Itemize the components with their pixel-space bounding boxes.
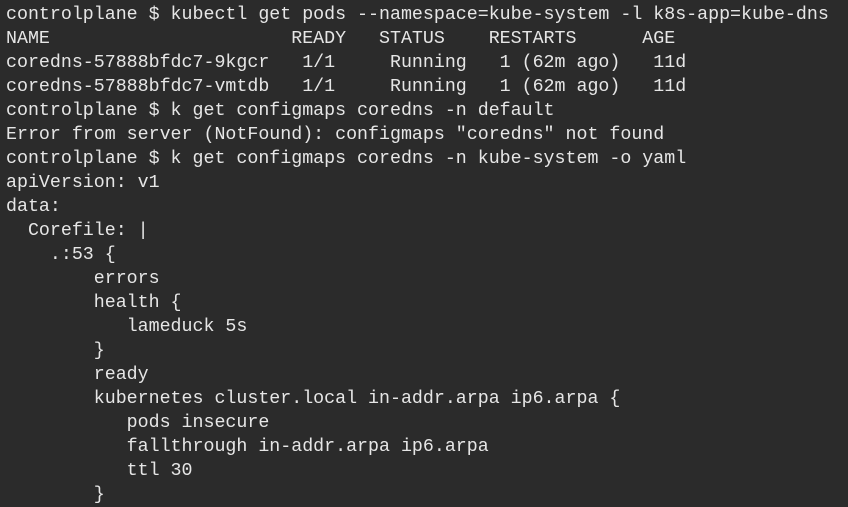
terminal-command-line: controlplane $ kubectl get pods --namesp…	[6, 5, 829, 25]
yaml-line: health {	[6, 293, 182, 313]
terminal-command-line: controlplane $ k get configmaps coredns …	[6, 101, 555, 121]
yaml-line: Corefile: |	[6, 221, 149, 241]
yaml-line: }	[6, 341, 105, 361]
table-row: coredns-57888bfdc7-9kgcr 1/1 Running 1 (…	[6, 53, 687, 73]
yaml-line: .:53 {	[6, 245, 116, 265]
yaml-line: ready	[6, 365, 149, 385]
yaml-line: data:	[6, 197, 61, 217]
yaml-line: fallthrough in-addr.arpa ip6.arpa	[6, 437, 489, 457]
yaml-line: apiVersion: v1	[6, 173, 160, 193]
yaml-line: errors	[6, 269, 160, 289]
terminal-window[interactable]: controlplane $ kubectl get pods --namesp…	[0, 0, 848, 507]
terminal-command-line: controlplane $ k get configmaps coredns …	[6, 149, 687, 169]
yaml-line: pods insecure	[6, 413, 270, 433]
table-row: coredns-57888bfdc7-vmtdb 1/1 Running 1 (…	[6, 77, 687, 97]
yaml-line: lameduck 5s	[6, 317, 248, 337]
yaml-line: kubernetes cluster.local in-addr.arpa ip…	[6, 389, 621, 409]
error-message: Error from server (NotFound): configmaps…	[6, 125, 665, 145]
table-header: NAME READY STATUS RESTARTS AGE	[6, 29, 676, 49]
yaml-line: }	[6, 485, 105, 505]
yaml-line: ttl 30	[6, 461, 193, 481]
